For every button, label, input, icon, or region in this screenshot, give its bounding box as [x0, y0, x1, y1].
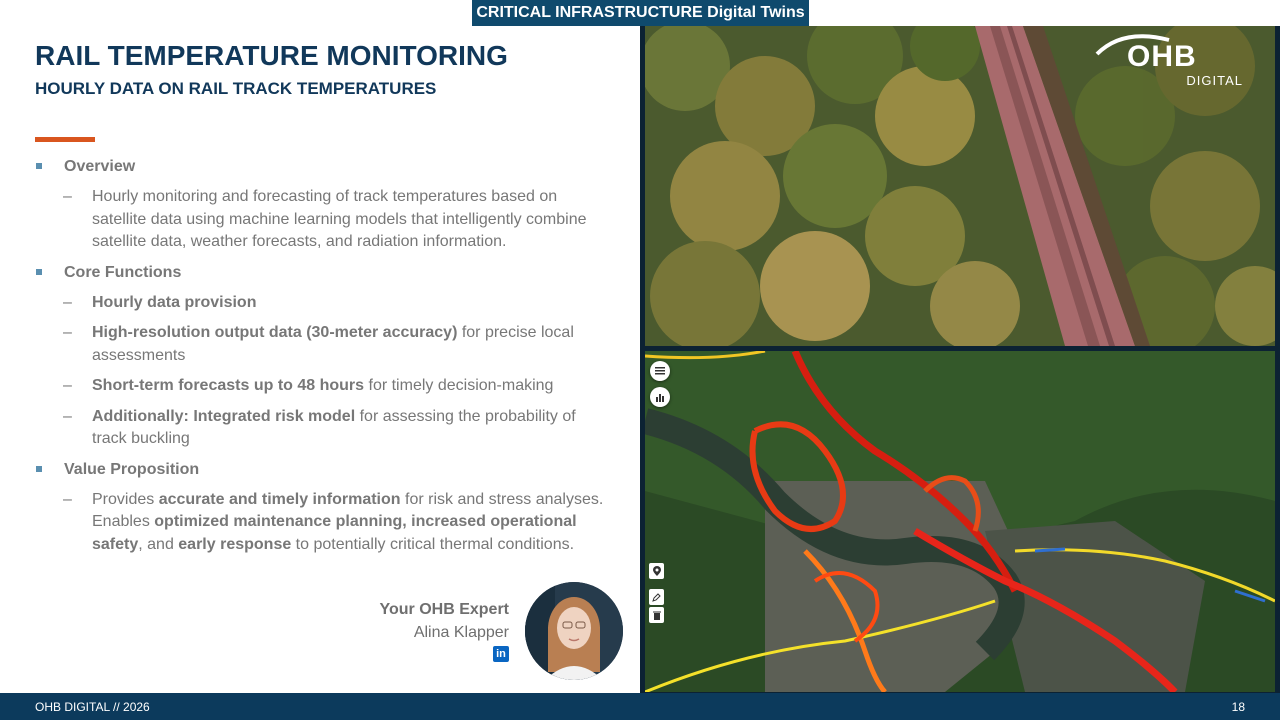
list-item: – Short-term forecasts up to 48 hours for…: [35, 375, 610, 398]
linkedin-icon[interactable]: in: [493, 646, 509, 662]
forest-railway-photo: OHB DIGITAL: [645, 26, 1275, 346]
edit-icon[interactable]: [649, 589, 664, 605]
bullet-square-icon: [36, 163, 42, 169]
page-title: RAIL TEMPERATURE MONITORING: [35, 40, 508, 71]
footer-bar: OHB DIGITAL // 2026 18: [0, 693, 1280, 720]
list-item: – High-resolution output data (30-meter a…: [35, 322, 610, 367]
bold-text: Additionally: Integrated risk model: [92, 407, 356, 425]
menu-icon[interactable]: [650, 361, 670, 381]
rail-temperature-map[interactable]: [645, 351, 1275, 692]
logo-sub: DIGITAL: [1186, 73, 1243, 88]
logo-name: OHB: [1127, 40, 1197, 73]
expert-block: Your OHB Expert Alina Klapper: [380, 598, 510, 644]
list-item: – Provides accurate and timely informatio…: [35, 489, 610, 557]
item-text: Hourly monitoring and forecasting of tra…: [92, 188, 587, 250]
dash-marker: –: [63, 188, 72, 205]
expert-heading: Your OHB Expert: [379, 601, 510, 618]
dash-marker: –: [63, 490, 72, 508]
dash-marker: –: [63, 377, 72, 394]
section-heading: Value Proposition: [35, 459, 610, 481]
section-heading: Core Functions: [35, 262, 610, 284]
accent-divider: [35, 137, 95, 142]
dash-marker: –: [63, 293, 72, 311]
item-text: Provides: [92, 490, 159, 508]
list-item: – Hourly data provision: [35, 292, 610, 315]
bold-text: accurate and timely information: [158, 490, 401, 508]
list-item: – Additionally: Integrated risk model for…: [35, 406, 610, 451]
top-banner: CRITICAL INFRASTRUCTURE Digital Twins: [472, 0, 809, 26]
expert-name: Alina Klapper: [413, 624, 509, 641]
item-text: to potentially critical thermal conditio…: [291, 535, 575, 553]
bold-text: High-resolution output data (30-meter ac…: [92, 324, 458, 341]
delete-icon[interactable]: [649, 607, 664, 623]
chart-icon[interactable]: [650, 387, 670, 407]
bullet-square-icon: [36, 465, 42, 472]
section-heading-text: Core Functions: [64, 263, 182, 281]
dash-marker: –: [63, 324, 72, 341]
footer-label: OHB DIGITAL // 2026: [35, 700, 150, 714]
item-text: for timely decision-making: [364, 377, 554, 394]
page-subtitle: HOURLY DATA ON RAIL TRACK TEMPERATURES: [35, 79, 437, 98]
section-heading: Overview: [35, 156, 610, 178]
content-list: Overview – Hourly monitoring and forecasti…: [35, 156, 610, 564]
section-heading-text: Value Proposition: [64, 460, 200, 478]
item-text: , and: [138, 535, 179, 553]
list-item: – Hourly monitoring and forecasting of tr…: [35, 186, 610, 254]
bold-text: Short-term forecasts up to 48 hours: [92, 377, 365, 394]
page-number: 18: [1231, 700, 1245, 714]
expert-avatar: [525, 582, 623, 680]
section-heading-text: Overview: [64, 158, 136, 175]
bold-text: Hourly data provision: [92, 293, 257, 311]
ohb-digital-logo: OHB DIGITAL: [1093, 32, 1245, 90]
dash-marker: –: [63, 407, 72, 425]
location-pin-icon[interactable]: [649, 563, 664, 579]
bullet-square-icon: [36, 268, 42, 275]
bold-text: early response: [178, 535, 292, 553]
